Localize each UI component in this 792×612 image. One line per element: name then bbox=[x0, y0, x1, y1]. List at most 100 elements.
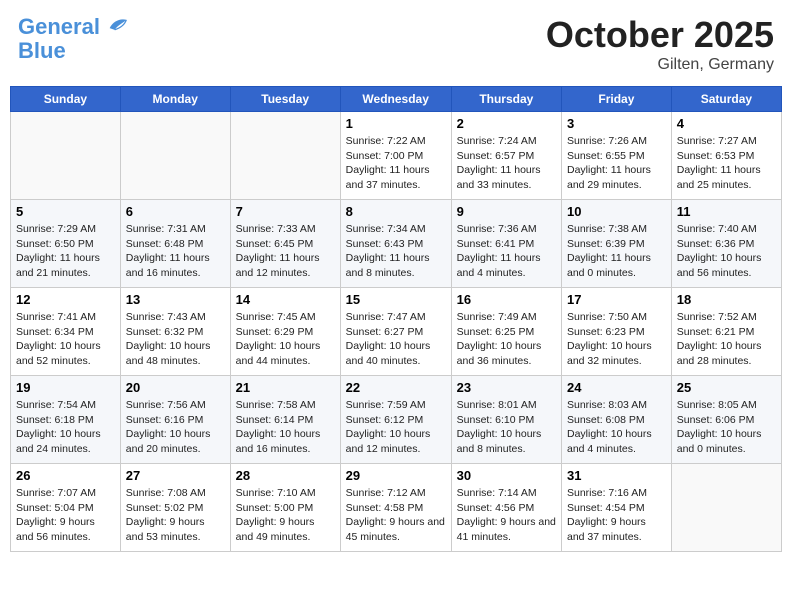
day-number: 3 bbox=[567, 116, 666, 131]
logo: General Blue bbox=[18, 14, 128, 63]
day-info: Sunrise: 7:52 AM Sunset: 6:21 PM Dayligh… bbox=[677, 310, 776, 369]
day-info: Sunrise: 7:27 AM Sunset: 6:53 PM Dayligh… bbox=[677, 134, 776, 193]
day-number: 22 bbox=[346, 380, 446, 395]
day-info: Sunrise: 7:26 AM Sunset: 6:55 PM Dayligh… bbox=[567, 134, 666, 193]
day-info: Sunrise: 7:54 AM Sunset: 6:18 PM Dayligh… bbox=[16, 398, 115, 457]
page-header: General Blue October 2025 Gilten, German… bbox=[10, 10, 782, 78]
day-info: Sunrise: 7:14 AM Sunset: 4:56 PM Dayligh… bbox=[457, 486, 556, 545]
day-number: 13 bbox=[126, 292, 225, 307]
calendar-table: SundayMondayTuesdayWednesdayThursdayFrid… bbox=[10, 86, 782, 552]
day-info: Sunrise: 7:43 AM Sunset: 6:32 PM Dayligh… bbox=[126, 310, 225, 369]
calendar-cell: 22 Sunrise: 7:59 AM Sunset: 6:12 PM Dayli… bbox=[340, 376, 451, 464]
day-number: 4 bbox=[677, 116, 776, 131]
calendar-week-row: 5 Sunrise: 7:29 AM Sunset: 6:50 PM Daylig… bbox=[11, 200, 782, 288]
calendar-cell: 20 Sunrise: 7:56 AM Sunset: 6:16 PM Dayli… bbox=[120, 376, 230, 464]
day-number: 2 bbox=[457, 116, 556, 131]
day-number: 31 bbox=[567, 468, 666, 483]
day-info: Sunrise: 7:12 AM Sunset: 4:58 PM Dayligh… bbox=[346, 486, 446, 545]
location: Gilten, Germany bbox=[546, 56, 774, 74]
month-title: October 2025 bbox=[546, 14, 774, 56]
weekday-header: Friday bbox=[562, 87, 672, 112]
calendar-cell: 21 Sunrise: 7:58 AM Sunset: 6:14 PM Dayli… bbox=[230, 376, 340, 464]
day-number: 11 bbox=[677, 204, 776, 219]
day-number: 1 bbox=[346, 116, 446, 131]
day-info: Sunrise: 7:59 AM Sunset: 6:12 PM Dayligh… bbox=[346, 398, 446, 457]
day-number: 24 bbox=[567, 380, 666, 395]
calendar-cell: 16 Sunrise: 7:49 AM Sunset: 6:25 PM Dayli… bbox=[451, 288, 561, 376]
calendar-cell: 26 Sunrise: 7:07 AM Sunset: 5:04 PM Dayli… bbox=[11, 464, 121, 552]
day-info: Sunrise: 8:05 AM Sunset: 6:06 PM Dayligh… bbox=[677, 398, 776, 457]
calendar-cell: 14Sunrise: 7:45 AM Sunset: 6:29 PM Dayli… bbox=[230, 288, 340, 376]
calendar-cell: 1 Sunrise: 7:22 AM Sunset: 7:00 PM Daylig… bbox=[340, 112, 451, 200]
day-number: 5 bbox=[16, 204, 115, 219]
calendar-week-row: 1 Sunrise: 7:22 AM Sunset: 7:00 PM Daylig… bbox=[11, 112, 782, 200]
day-number: 14 bbox=[236, 292, 335, 307]
day-number: 8 bbox=[346, 204, 446, 219]
weekday-header: Sunday bbox=[11, 87, 121, 112]
calendar-cell: 19 Sunrise: 7:54 AM Sunset: 6:18 PM Dayli… bbox=[11, 376, 121, 464]
day-info: Sunrise: 7:29 AM Sunset: 6:50 PM Dayligh… bbox=[16, 222, 115, 281]
day-info: Sunrise: 7:24 AM Sunset: 6:57 PM Dayligh… bbox=[457, 134, 556, 193]
calendar-cell: 9 Sunrise: 7:36 AM Sunset: 6:41 PM Daylig… bbox=[451, 200, 561, 288]
day-number: 17 bbox=[567, 292, 666, 307]
calendar-cell: 18Sunrise: 7:52 AM Sunset: 6:21 PM Dayli… bbox=[671, 288, 781, 376]
day-info: Sunrise: 7:41 AM Sunset: 6:34 PM Dayligh… bbox=[16, 310, 115, 369]
day-number: 6 bbox=[126, 204, 225, 219]
calendar-cell: 27 Sunrise: 7:08 AM Sunset: 5:02 PM Dayli… bbox=[120, 464, 230, 552]
day-info: Sunrise: 7:33 AM Sunset: 6:45 PM Dayligh… bbox=[236, 222, 335, 281]
day-info: Sunrise: 7:31 AM Sunset: 6:48 PM Dayligh… bbox=[126, 222, 225, 281]
weekday-header: Tuesday bbox=[230, 87, 340, 112]
calendar-cell: 31 Sunrise: 7:16 AM Sunset: 4:54 PM Dayli… bbox=[562, 464, 672, 552]
day-number: 16 bbox=[457, 292, 556, 307]
day-info: Sunrise: 7:16 AM Sunset: 4:54 PM Dayligh… bbox=[567, 486, 666, 545]
day-info: Sunrise: 7:40 AM Sunset: 6:36 PM Dayligh… bbox=[677, 222, 776, 281]
day-number: 26 bbox=[16, 468, 115, 483]
day-info: Sunrise: 8:01 AM Sunset: 6:10 PM Dayligh… bbox=[457, 398, 556, 457]
day-info: Sunrise: 7:07 AM Sunset: 5:04 PM Dayligh… bbox=[16, 486, 115, 545]
day-info: Sunrise: 7:38 AM Sunset: 6:39 PM Dayligh… bbox=[567, 222, 666, 281]
weekday-header: Saturday bbox=[671, 87, 781, 112]
day-number: 27 bbox=[126, 468, 225, 483]
day-info: Sunrise: 7:50 AM Sunset: 6:23 PM Dayligh… bbox=[567, 310, 666, 369]
calendar-cell: 28 Sunrise: 7:10 AM Sunset: 5:00 PM Dayli… bbox=[230, 464, 340, 552]
calendar-cell: 12Sunrise: 7:41 AM Sunset: 6:34 PM Dayli… bbox=[11, 288, 121, 376]
day-info: Sunrise: 7:36 AM Sunset: 6:41 PM Dayligh… bbox=[457, 222, 556, 281]
logo-bird-icon bbox=[108, 14, 128, 34]
day-number: 10 bbox=[567, 204, 666, 219]
day-number: 15 bbox=[346, 292, 446, 307]
calendar-cell: 25Sunrise: 8:05 AM Sunset: 6:06 PM Dayli… bbox=[671, 376, 781, 464]
day-number: 9 bbox=[457, 204, 556, 219]
day-info: Sunrise: 7:47 AM Sunset: 6:27 PM Dayligh… bbox=[346, 310, 446, 369]
day-number: 28 bbox=[236, 468, 335, 483]
day-info: Sunrise: 7:22 AM Sunset: 7:00 PM Dayligh… bbox=[346, 134, 446, 193]
day-number: 23 bbox=[457, 380, 556, 395]
calendar-cell: 7Sunrise: 7:33 AM Sunset: 6:45 PM Daylig… bbox=[230, 200, 340, 288]
weekday-header: Thursday bbox=[451, 87, 561, 112]
calendar-cell: 11 Sunrise: 7:40 AM Sunset: 6:36 PM Dayli… bbox=[671, 200, 781, 288]
calendar-cell: 10 Sunrise: 7:38 AM Sunset: 6:39 PM Dayli… bbox=[562, 200, 672, 288]
calendar-cell: 8 Sunrise: 7:34 AM Sunset: 6:43 PM Daylig… bbox=[340, 200, 451, 288]
calendar-cell: 5 Sunrise: 7:29 AM Sunset: 6:50 PM Daylig… bbox=[11, 200, 121, 288]
day-number: 21 bbox=[236, 380, 335, 395]
day-info: Sunrise: 8:03 AM Sunset: 6:08 PM Dayligh… bbox=[567, 398, 666, 457]
day-info: Sunrise: 7:10 AM Sunset: 5:00 PM Dayligh… bbox=[236, 486, 335, 545]
day-info: Sunrise: 7:08 AM Sunset: 5:02 PM Dayligh… bbox=[126, 486, 225, 545]
calendar-cell: 29 Sunrise: 7:12 AM Sunset: 4:58 PM Dayli… bbox=[340, 464, 451, 552]
day-number: 20 bbox=[126, 380, 225, 395]
calendar-week-row: 12Sunrise: 7:41 AM Sunset: 6:34 PM Dayli… bbox=[11, 288, 782, 376]
calendar-cell bbox=[11, 112, 121, 200]
calendar-cell: 4 Sunrise: 7:27 AM Sunset: 6:53 PM Daylig… bbox=[671, 112, 781, 200]
day-info: Sunrise: 7:34 AM Sunset: 6:43 PM Dayligh… bbox=[346, 222, 446, 281]
day-number: 30 bbox=[457, 468, 556, 483]
day-number: 19 bbox=[16, 380, 115, 395]
day-info: Sunrise: 7:56 AM Sunset: 6:16 PM Dayligh… bbox=[126, 398, 225, 457]
day-info: Sunrise: 7:49 AM Sunset: 6:25 PM Dayligh… bbox=[457, 310, 556, 369]
calendar-cell bbox=[671, 464, 781, 552]
weekday-header: Wednesday bbox=[340, 87, 451, 112]
calendar-week-row: 26 Sunrise: 7:07 AM Sunset: 5:04 PM Dayli… bbox=[11, 464, 782, 552]
day-info: Sunrise: 7:58 AM Sunset: 6:14 PM Dayligh… bbox=[236, 398, 335, 457]
calendar-cell: 3 Sunrise: 7:26 AM Sunset: 6:55 PM Daylig… bbox=[562, 112, 672, 200]
calendar-week-row: 19 Sunrise: 7:54 AM Sunset: 6:18 PM Dayli… bbox=[11, 376, 782, 464]
day-number: 29 bbox=[346, 468, 446, 483]
calendar-cell: 2 Sunrise: 7:24 AM Sunset: 6:57 PM Daylig… bbox=[451, 112, 561, 200]
